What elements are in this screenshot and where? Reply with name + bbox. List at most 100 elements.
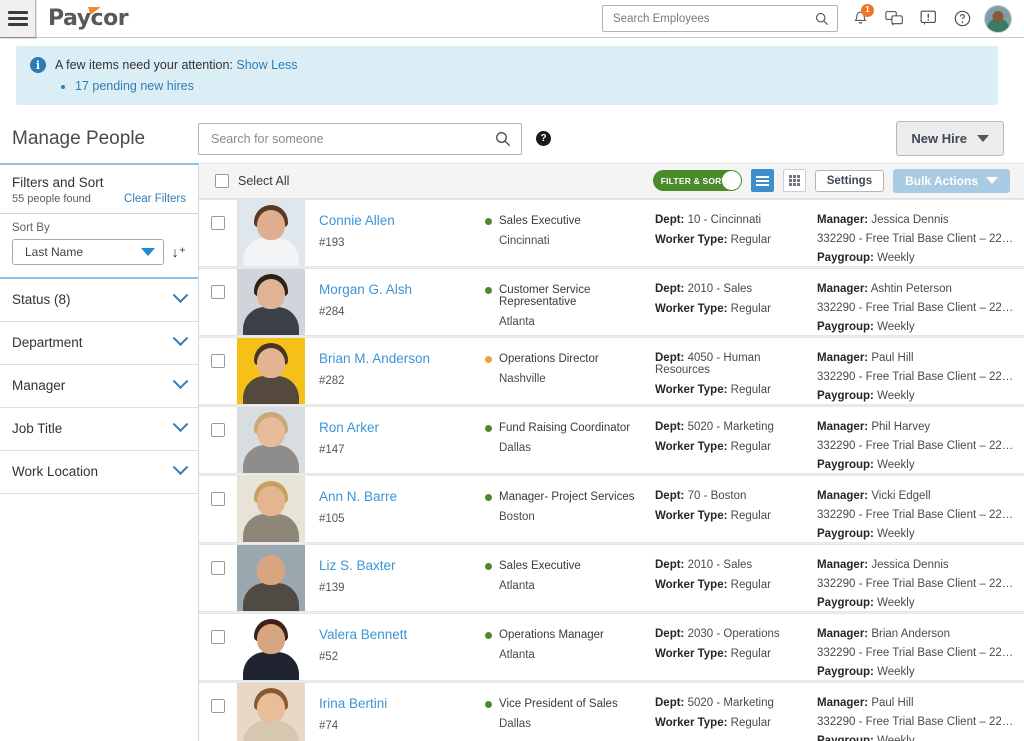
avatar[interactable] — [984, 4, 1012, 33]
paygroup-value: Paygroup: Weekly — [817, 596, 915, 609]
chat-glyph-icon — [884, 11, 903, 26]
feedback-icon[interactable] — [916, 7, 940, 31]
paycor-logo: Paycor — [48, 3, 129, 31]
alert-message-line: A few items need your attention: Show Le… — [55, 56, 298, 75]
people-search-box[interactable] — [198, 122, 522, 155]
table-row[interactable]: Morgan G. Alsh #284 Customer Service Repre… — [199, 267, 1024, 336]
row-checkbox-cell — [199, 269, 237, 335]
employee-name-link[interactable]: Irina Bertini — [319, 696, 485, 711]
employee-dept-cell: Dept: 2030 - Operations Worker Type: Regu… — [655, 614, 817, 680]
employee-list[interactable]: Connie Allen #193 Sales Executive Cincinnat… — [199, 198, 1024, 741]
status-badge — [485, 355, 492, 363]
chevron-down-icon — [172, 416, 189, 433]
list-item[interactable]: 17 pending new hires — [75, 79, 298, 93]
employee-manager-cell: Manager: Paul Hill 332290 - Free Trial Ba… — [817, 683, 1024, 741]
attention-banner: i A few items need your attention: Show … — [16, 46, 998, 105]
sidebar-item-label: Department — [12, 335, 83, 351]
status-badge — [485, 286, 492, 294]
sort-by-select[interactable]: Last Name — [12, 238, 164, 265]
row-checkbox[interactable] — [211, 560, 225, 575]
filter-sort-toggle[interactable]: FILTER & SORT — [652, 170, 742, 192]
chat-icon[interactable] — [882, 7, 906, 31]
bulk-actions-button[interactable]: Bulk Actions — [893, 168, 1010, 193]
sidebar-item-label: Job Title — [12, 421, 63, 437]
table-row[interactable]: Connie Allen #193 Sales Executive Cincinnat… — [199, 198, 1024, 267]
client-value: 332290 - Free Trial Base Client – 2244..… — [817, 301, 1014, 314]
employee-dept-cell: Dept: 4050 - Human Resources Worker Type:… — [655, 338, 817, 404]
dept-value: Dept: 5020 - Marketing — [655, 420, 774, 433]
list-toolbar: Select All FILTER & SORT Settings Bulk A… — [199, 163, 1024, 199]
employee-job-cell: Vice President of Sales Dallas — [485, 683, 655, 741]
table-row[interactable]: Valera Bennett #52 Operations Manager Atlan… — [199, 612, 1024, 681]
job-location: Atlanta — [499, 579, 535, 592]
sidebar-item-status[interactable]: Status (8) — [0, 279, 198, 322]
employee-name-link[interactable]: Brian M. Anderson — [319, 351, 485, 366]
bulk-actions-label: Bulk Actions — [905, 173, 978, 188]
employee-name-link[interactable]: Ann N. Barre — [319, 489, 485, 504]
settings-button[interactable]: Settings — [814, 169, 885, 192]
employee-name-link[interactable]: Liz S. Baxter — [319, 558, 485, 573]
show-less-link[interactable]: Show Less — [236, 58, 297, 72]
employee-job-cell: Customer Service Representative Atlanta — [485, 269, 655, 335]
employee-search-box[interactable] — [602, 5, 838, 32]
employee-dept-cell: Dept: 70 - Boston Worker Type: Regular — [655, 476, 817, 542]
list-view-icon[interactable] — [750, 169, 774, 193]
sidebar-item-job-title[interactable]: Job Title — [0, 408, 198, 451]
table-row[interactable]: Ron Arker #147 Fund Raising Coordinator Dal… — [199, 405, 1024, 474]
row-checkbox[interactable] — [211, 353, 225, 368]
table-row[interactable]: Brian M. Anderson #282 Operations Director… — [199, 336, 1024, 405]
employee-name-link[interactable]: Valera Bennett — [319, 627, 485, 642]
employee-name-link[interactable]: Connie Allen — [319, 213, 485, 228]
grid-view-icon[interactable] — [782, 169, 806, 193]
client-value: 332290 - Free Trial Base Client – 2244..… — [817, 508, 1014, 521]
feedback-glyph-icon — [920, 10, 936, 26]
new-hire-button[interactable]: New Hire — [896, 121, 1004, 157]
job-location: Dallas — [499, 441, 531, 454]
job-title: Manager- Project Services — [499, 490, 635, 503]
sort-direction-icon[interactable]: ↓⁺ — [172, 245, 186, 259]
employee-id: #193 — [319, 236, 345, 249]
job-location: Nashville — [499, 372, 546, 385]
employee-manager-cell: Manager: Phil Harvey 332290 - Free Trial … — [817, 407, 1024, 473]
hamburger-icon[interactable] — [0, 0, 36, 38]
toolbar-actions: FILTER & SORT Settings Bulk Actions — [652, 168, 1010, 193]
employee-id: #105 — [319, 512, 345, 525]
job-title: Vice President of Sales — [499, 697, 618, 710]
select-all-checkbox[interactable] — [215, 173, 229, 188]
row-checkbox[interactable] — [211, 284, 225, 299]
sort-by-value: Last Name — [25, 244, 84, 259]
table-row[interactable]: Ann N. Barre #105 Manager- Project Service… — [199, 474, 1024, 543]
search-input[interactable] — [611, 11, 815, 26]
search-people-input[interactable] — [209, 130, 495, 147]
employee-manager-cell: Manager: Paul Hill 332290 - Free Trial Ba… — [817, 338, 1024, 404]
help-icon[interactable]: ? — [536, 131, 551, 147]
employee-name-link[interactable]: Ron Arker — [319, 420, 485, 435]
row-checkbox[interactable] — [211, 698, 225, 713]
employee-name-link[interactable]: Morgan G. Alsh — [319, 282, 485, 297]
row-checkbox-cell — [199, 545, 237, 611]
sidebar-item-manager[interactable]: Manager — [0, 365, 198, 408]
sort-controls: Last Name ↓⁺ — [12, 238, 186, 265]
employee-job-cell: Operations Manager Atlanta — [485, 614, 655, 680]
manager-value: Manager: Jessica Dennis — [817, 558, 949, 571]
pending-new-hires-link[interactable]: 17 pending new hires — [75, 79, 194, 93]
alert-body: A few items need your attention: Show Le… — [55, 56, 298, 93]
help-icon[interactable] — [950, 7, 974, 31]
chevron-down-icon — [172, 459, 189, 476]
row-checkbox[interactable] — [211, 215, 225, 230]
search-icon — [496, 131, 511, 147]
clear-filters-link[interactable]: Clear Filters — [124, 193, 186, 205]
sidebar-item-work-location[interactable]: Work Location — [0, 451, 198, 494]
dept-value: Dept: 2030 - Operations — [655, 627, 780, 640]
table-row[interactable]: Liz S. Baxter #139 Sales Executive Atlanta D… — [199, 543, 1024, 612]
sidebar-item-department[interactable]: Department — [0, 322, 198, 365]
table-row[interactable]: Irina Bertini #74 Vice President of Sales D… — [199, 681, 1024, 741]
bell-icon[interactable]: 1 — [848, 3, 874, 31]
paygroup-value: Paygroup: Weekly — [817, 734, 915, 741]
manager-value: Manager: Ashtin Peterson — [817, 282, 952, 295]
employee-name-cell: Irina Bertini #74 — [305, 683, 485, 741]
row-checkbox[interactable] — [211, 422, 225, 437]
employee-dept-cell: Dept: 5020 - Marketing Worker Type: Regul… — [655, 683, 817, 741]
row-checkbox[interactable] — [211, 629, 225, 644]
row-checkbox[interactable] — [211, 491, 225, 506]
